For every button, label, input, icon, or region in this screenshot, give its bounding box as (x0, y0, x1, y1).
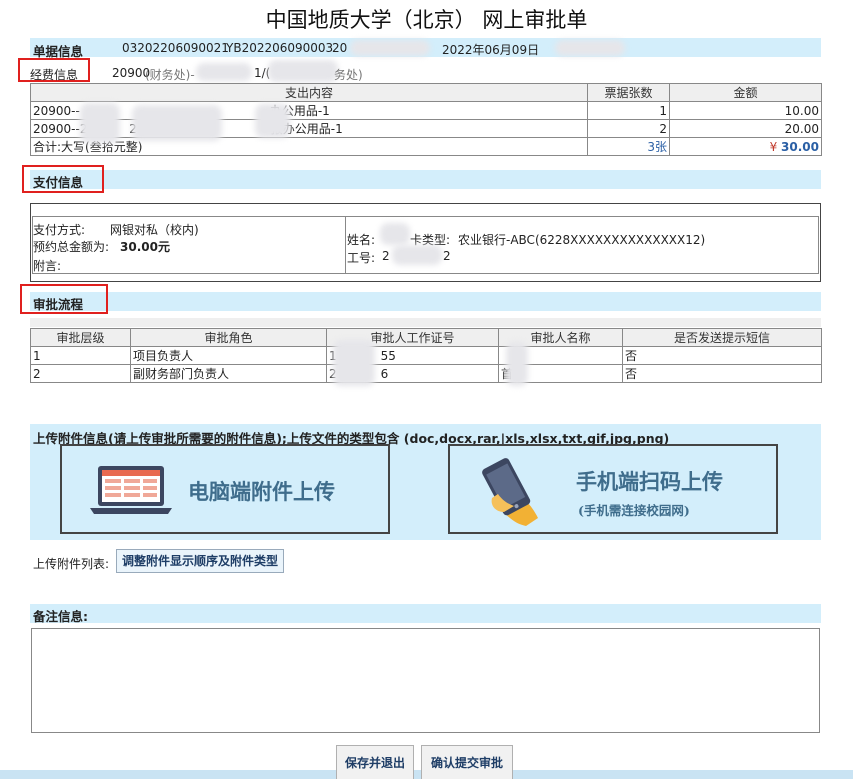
note-label: 附言: (33, 259, 62, 273)
doc-date: 2022年06月09日 (442, 43, 540, 57)
redacted-blur (132, 105, 222, 141)
attachment-list-label: 上传附件列表: (33, 557, 110, 571)
approval-band (30, 292, 821, 311)
receipt-count-cell: 2 (587, 119, 670, 138)
adjust-attachments-button[interactable]: 调整附件显示顺序及附件类型 (116, 549, 285, 573)
doc-code-prefix: 20 (332, 41, 348, 55)
total-amount: 30.00 (781, 139, 819, 154)
staff-prefix: 2 (382, 249, 390, 263)
laptop-icon (90, 466, 172, 514)
col-sms: 是否发送提示短信 (622, 328, 822, 347)
mobile-upload-sub: (手机需连接校园网) (578, 503, 690, 518)
col-receipt-count: 票据张数 (587, 83, 670, 102)
redacted-blur (333, 340, 375, 386)
redacted-blur (555, 40, 625, 56)
expense-table-header: 支出内容 票据张数 金额 (30, 83, 822, 102)
table-row: 1 项目负责人 155 否 (30, 346, 822, 365)
remark-band (30, 604, 821, 623)
staff-suffix: 2 (443, 249, 451, 263)
pay-method: 网银对私（校内) (110, 223, 199, 237)
redacted-blur (80, 103, 120, 143)
payment-divider (345, 217, 346, 273)
sms-cell: 否 (622, 364, 822, 383)
staff-id-suffix: 55 (380, 348, 396, 363)
prepay-amount: 30.00元 (120, 240, 170, 254)
total-count: 3张 (587, 137, 670, 156)
total-amount-cell: ¥ 30.00 (669, 137, 822, 156)
doc-number: 03202206090021 (122, 41, 229, 55)
staff-label: 工号: (347, 251, 376, 265)
prepay-label: 预约总金额为: (33, 240, 110, 254)
pay-method-label: 支付方式: (33, 223, 86, 237)
role-cell: 项目负责人 (130, 346, 327, 365)
col-amount: 金额 (669, 83, 822, 102)
redacted-blur (380, 223, 410, 245)
pc-upload-button[interactable]: 电脑端附件上传 (60, 444, 390, 534)
expense-dept2: 务处) (334, 68, 363, 82)
redacted-blur (255, 104, 290, 138)
payment-band (30, 170, 821, 189)
mobile-upload-button[interactable]: 手机端扫码上传 (手机需连接校园网) (448, 444, 778, 534)
expense-dept: (财务处)- (145, 68, 195, 82)
staff-id-suffix: 6 (380, 366, 389, 381)
currency-symbol: ¥ (769, 139, 778, 154)
table-row: 2 副财务部门负责人 26 首 否 (30, 364, 822, 383)
redacted-blur (268, 60, 338, 82)
remark-label: 备注信息: (33, 609, 88, 624)
mobile-upload-label: 手机端扫码上传 (576, 469, 723, 494)
save-exit-button[interactable]: 保存并退出 (336, 745, 414, 779)
redacted-blur (350, 40, 430, 56)
level-cell: 2 (30, 364, 131, 383)
phone-hand-icon (482, 458, 538, 526)
submit-approval-button[interactable]: 确认提交审批 (421, 745, 513, 779)
pc-upload-label: 电脑端附件上传 (188, 479, 335, 504)
payment-header: 支付信息 (33, 175, 84, 190)
expense-content-prefix: 20900-- (33, 104, 80, 118)
approval-gap (30, 318, 821, 327)
doc-yb-code: YB202206090003 (226, 41, 334, 55)
amount-cell: 10.00 (669, 101, 822, 120)
approval-table-header: 审批层级 审批角色 审批人工作证号 审批人名称 是否发送提示短信 (30, 328, 822, 347)
col-level: 审批层级 (30, 328, 131, 347)
receipt-count-cell: 1 (587, 101, 670, 120)
approval-table: 审批层级 审批角色 审批人工作证号 审批人名称 是否发送提示短信 1 项目负责人… (30, 328, 822, 383)
expense-info-label: 经费信息 (30, 68, 79, 82)
card-type: 农业银行-ABC(6228XXXXXXXXXXXXXX12) (458, 233, 706, 247)
redacted-blur (196, 63, 252, 81)
amount-cell: 20.00 (669, 119, 822, 138)
approval-header: 审批流程 (33, 297, 84, 312)
col-role: 审批角色 (130, 328, 327, 347)
redacted-blur (392, 245, 442, 265)
role-cell: 副财务部门负责人 (130, 364, 327, 383)
redacted-blur (506, 342, 528, 386)
name-label: 姓名: (347, 233, 376, 247)
col-expense-content: 支出内容 (30, 83, 588, 102)
level-cell: 1 (30, 346, 131, 365)
remark-textarea[interactable] (31, 628, 820, 733)
sms-cell: 否 (622, 346, 822, 365)
page-title: 中国地质大学（北京） 网上审批单 (265, 8, 588, 32)
